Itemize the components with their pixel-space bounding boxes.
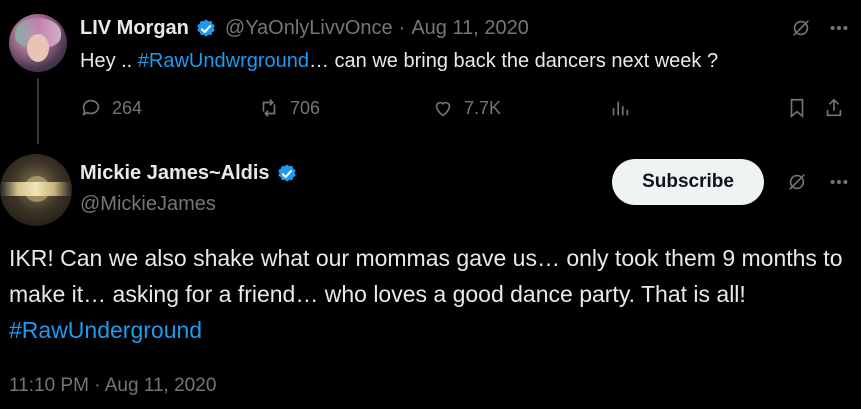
more-options-icon[interactable] [828, 17, 850, 44]
more-options-icon[interactable] [828, 171, 850, 198]
like-count: 7.7K [464, 97, 502, 118]
tweet-text-prefix: Hey .. [80, 50, 138, 72]
hashtag-link[interactable]: #RawUndwrground [138, 50, 309, 72]
retweet-button[interactable]: 706 [258, 97, 320, 119]
verified-badge-icon [277, 163, 296, 182]
like-button[interactable]: 7.7K [432, 97, 501, 119]
retweet-icon [262, 99, 276, 117]
reply-count: 264 [112, 97, 143, 118]
thread-connector-line [37, 78, 39, 144]
author-name[interactable]: LIV Morgan [80, 17, 189, 40]
tweet-body: IKR! Can we also shake what our mommas g… [9, 245, 843, 307]
hashtag-link[interactable]: #RawUnderground [9, 317, 202, 343]
subscribe-button[interactable]: Subscribe [612, 159, 764, 205]
views-analytics-icon[interactable] [609, 97, 631, 124]
tweet-date[interactable]: Aug 11, 2020 [411, 17, 529, 40]
reply-button[interactable]: 264 [80, 97, 142, 119]
separator-dot: · [398, 17, 406, 39]
grok-icon[interactable] [786, 171, 808, 198]
share-icon[interactable] [823, 97, 845, 124]
tweet-timestamp[interactable]: 11:10 PM · Aug 11, 2020 [9, 375, 216, 397]
main-tweet-text: IKR! Can we also shake what our mommas g… [9, 240, 849, 348]
reply-icon [82, 99, 100, 116]
verified-badge-icon [197, 18, 215, 37]
avatar-belt [0, 182, 72, 196]
parent-tweet-text: Hey .. #RawUndwrground… can we bring bac… [80, 49, 718, 73]
main-tweet-header: Mickie James~Aldis [80, 162, 298, 185]
author-handle[interactable]: @MickieJames [80, 193, 216, 216]
retweet-count: 706 [290, 97, 321, 118]
avatar-mickie-james[interactable] [0, 154, 72, 226]
avatar-liv-morgan[interactable] [9, 14, 67, 72]
avatar-face [27, 34, 49, 62]
grok-icon[interactable] [790, 17, 812, 44]
bookmark-icon[interactable] [786, 97, 808, 124]
heart-icon [435, 101, 451, 117]
author-name[interactable]: Mickie James~Aldis [80, 162, 270, 185]
parent-tweet-header: LIV Morgan @YaOnlyLivvOnce · Aug 11, 202… [80, 17, 529, 40]
tweet-text-suffix: … can we bring back the dancers next wee… [309, 50, 719, 72]
author-handle[interactable]: @YaOnlyLivvOnce [225, 17, 393, 40]
